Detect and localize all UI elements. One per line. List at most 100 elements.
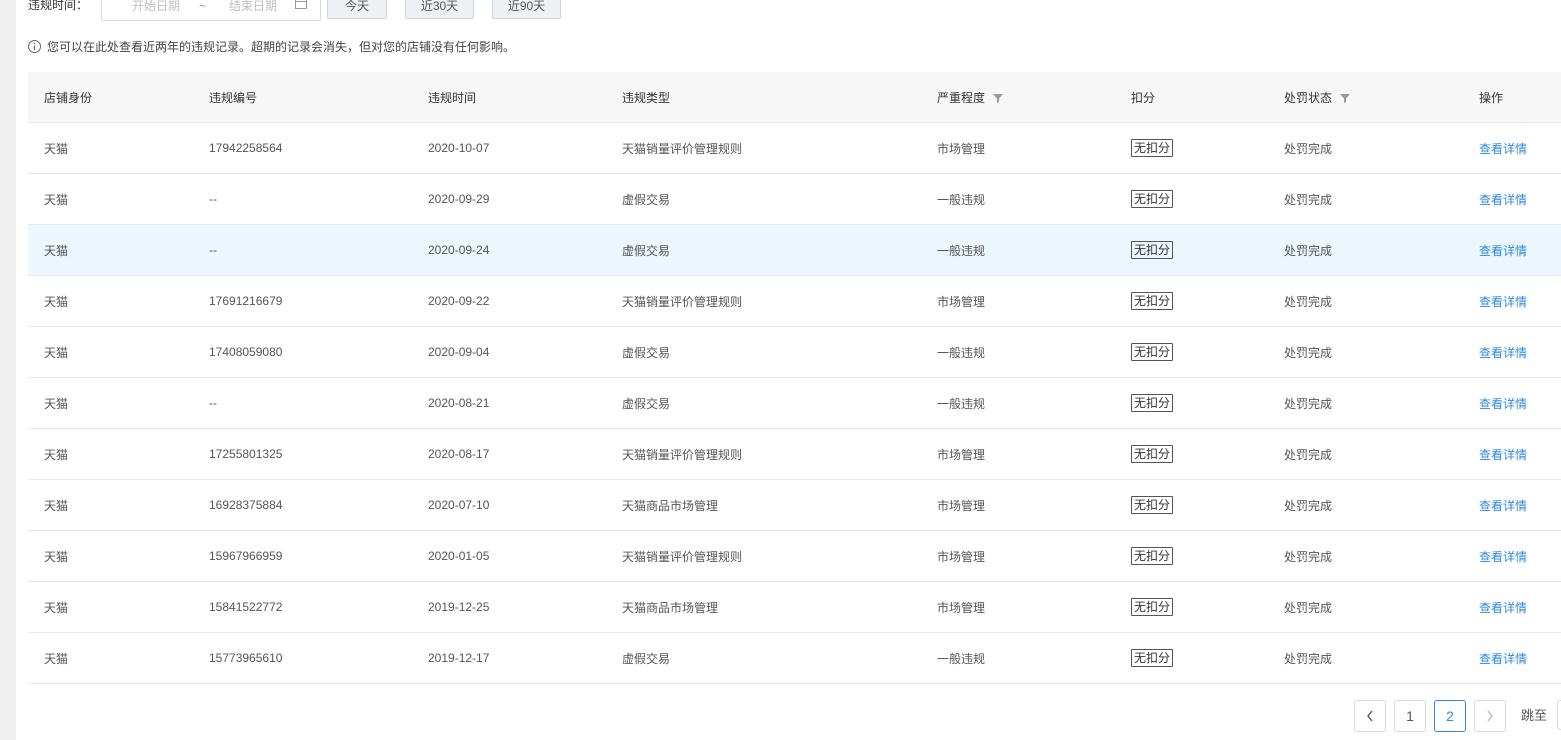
cell-penalty-status: 处罚完成 bbox=[1268, 632, 1463, 684]
view-details-link[interactable]: 查看详情 bbox=[1479, 244, 1527, 258]
table-row: 天猫 17691216679 2020-09-22 天猫销量评价管理规则 市场管理 无扣分… bbox=[28, 275, 1561, 327]
col-header-violation-type: 违规类型 bbox=[606, 72, 921, 123]
cell-violation-type: 天猫商品市场管理 bbox=[606, 581, 921, 633]
col-header-actions: 操作 bbox=[1463, 72, 1561, 123]
chevron-left-icon bbox=[1367, 710, 1373, 722]
cell-deduction: 无扣分 bbox=[1115, 428, 1268, 480]
deduction-badge: 无扣分 bbox=[1131, 598, 1174, 616]
today-button[interactable]: 今天 bbox=[327, 0, 387, 19]
cell-violation-id: -- bbox=[193, 377, 412, 429]
cell-deduction: 无扣分 bbox=[1115, 530, 1268, 582]
date-separator: ~ bbox=[199, 0, 207, 13]
deduction-badge: 无扣分 bbox=[1131, 445, 1174, 463]
cell-violation-time: 2020-09-04 bbox=[412, 326, 606, 378]
jump-page-input[interactable] bbox=[1557, 700, 1561, 730]
col-header-penalty-status: 处罚状态 bbox=[1268, 72, 1463, 123]
cell-penalty-status: 处罚完成 bbox=[1268, 377, 1463, 429]
cell-violation-type: 虚假交易 bbox=[606, 173, 921, 225]
cell-actions: 查看详情 bbox=[1463, 224, 1561, 276]
cell-actions: 查看详情 bbox=[1463, 479, 1561, 531]
date-start-input[interactable]: 开始日期 bbox=[132, 0, 180, 13]
cell-severity: 市场管理 bbox=[921, 530, 1115, 582]
cell-deduction: 无扣分 bbox=[1115, 173, 1268, 225]
view-details-link[interactable]: 查看详情 bbox=[1479, 550, 1527, 564]
calendar-icon[interactable] bbox=[295, 0, 307, 9]
cell-violation-type: 虚假交易 bbox=[606, 326, 921, 378]
cell-shop-identity: 天猫 bbox=[28, 275, 193, 327]
last-90-days-button[interactable]: 近90天 bbox=[492, 0, 561, 19]
col-header-severity: 严重程度 bbox=[921, 72, 1115, 123]
cell-deduction: 无扣分 bbox=[1115, 122, 1268, 174]
col-header-penalty-status-label: 处罚状态 bbox=[1284, 90, 1333, 105]
cell-violation-id: 15841522772 bbox=[193, 581, 412, 633]
page-2-button[interactable]: 2 bbox=[1434, 700, 1466, 732]
cell-severity: 一般违规 bbox=[921, 224, 1115, 276]
filter-row: 违规时间： 开始日期 ~ 结束日期 今天 近30天 近90天 bbox=[28, 0, 1558, 21]
cell-violation-id: -- bbox=[193, 224, 412, 276]
cell-severity: 一般违规 bbox=[921, 377, 1115, 429]
cell-actions: 查看详情 bbox=[1463, 173, 1561, 225]
cell-violation-time: 2020-08-21 bbox=[412, 377, 606, 429]
cell-violation-id: 15967966959 bbox=[193, 530, 412, 582]
view-details-link[interactable]: 查看详情 bbox=[1479, 346, 1527, 360]
table-header-row: 店铺身份 违规编号 违规时间 违规类型 严重程度 扣分 处罚状态 操作 bbox=[28, 72, 1561, 123]
view-details-link[interactable]: 查看详情 bbox=[1479, 142, 1527, 156]
cell-severity: 市场管理 bbox=[921, 428, 1115, 480]
cell-shop-identity: 天猫 bbox=[28, 224, 193, 276]
filter-icon[interactable] bbox=[1340, 93, 1351, 103]
view-details-link[interactable]: 查看详情 bbox=[1479, 295, 1527, 309]
last-30-days-button[interactable]: 近30天 bbox=[405, 0, 474, 19]
cell-actions: 查看详情 bbox=[1463, 530, 1561, 582]
table-row: 天猫 -- 2020-09-29 虚假交易 一般违规 无扣分 处罚完成 查看详情 bbox=[28, 173, 1561, 225]
cell-penalty-status: 处罚完成 bbox=[1268, 479, 1463, 531]
col-header-severity-label: 严重程度 bbox=[937, 90, 986, 105]
view-details-link[interactable]: 查看详情 bbox=[1479, 397, 1527, 411]
cell-deduction: 无扣分 bbox=[1115, 275, 1268, 327]
cell-shop-identity: 天猫 bbox=[28, 326, 193, 378]
view-details-link[interactable]: 查看详情 bbox=[1479, 499, 1527, 513]
cell-actions: 查看详情 bbox=[1463, 275, 1561, 327]
table-row: 天猫 17408059080 2020-09-04 虚假交易 一般违规 无扣分 处罚完成 查看… bbox=[28, 326, 1561, 378]
view-details-link[interactable]: 查看详情 bbox=[1479, 193, 1527, 207]
cell-violation-id: 15773965610 bbox=[193, 632, 412, 684]
filter-icon[interactable] bbox=[993, 93, 1004, 103]
deduction-badge: 无扣分 bbox=[1131, 139, 1174, 157]
date-end-input[interactable]: 结束日期 bbox=[229, 0, 277, 13]
cell-violation-id: -- bbox=[193, 173, 412, 225]
jump-to-label: 跳至 bbox=[1521, 708, 1548, 723]
cell-actions: 查看详情 bbox=[1463, 581, 1561, 633]
cell-severity: 市场管理 bbox=[921, 122, 1115, 174]
cell-deduction: 无扣分 bbox=[1115, 377, 1268, 429]
view-details-link[interactable]: 查看详情 bbox=[1479, 448, 1527, 462]
cell-actions: 查看详情 bbox=[1463, 326, 1561, 378]
cell-violation-type: 天猫销量评价管理规则 bbox=[606, 530, 921, 582]
date-range-picker[interactable]: 开始日期 ~ 结束日期 bbox=[101, 0, 321, 21]
deduction-badge: 无扣分 bbox=[1131, 190, 1174, 208]
cell-penalty-status: 处罚完成 bbox=[1268, 428, 1463, 480]
deduction-badge: 无扣分 bbox=[1131, 496, 1174, 514]
violation-table: 店铺身份 违规编号 违规时间 违规类型 严重程度 扣分 处罚状态 操作 天猫 17… bbox=[28, 72, 1561, 684]
cell-severity: 市场管理 bbox=[921, 275, 1115, 327]
cell-violation-time: 2020-09-29 bbox=[412, 173, 606, 225]
cell-actions: 查看详情 bbox=[1463, 632, 1561, 684]
pagination: 1 2 跳至 bbox=[16, 700, 1561, 732]
cell-penalty-status: 处罚完成 bbox=[1268, 275, 1463, 327]
cell-deduction: 无扣分 bbox=[1115, 581, 1268, 633]
cell-shop-identity: 天猫 bbox=[28, 173, 193, 225]
cell-shop-identity: 天猫 bbox=[28, 122, 193, 174]
cell-penalty-status: 处罚完成 bbox=[1268, 581, 1463, 633]
page-1-button[interactable]: 1 bbox=[1394, 700, 1426, 732]
col-header-violation-time: 违规时间 bbox=[412, 72, 606, 123]
cell-actions: 查看详情 bbox=[1463, 428, 1561, 480]
prev-page-button[interactable] bbox=[1354, 700, 1386, 732]
view-details-link[interactable]: 查看详情 bbox=[1479, 601, 1527, 615]
view-details-link[interactable]: 查看详情 bbox=[1479, 652, 1527, 666]
cell-violation-id: 17408059080 bbox=[193, 326, 412, 378]
table-row: 天猫 -- 2020-08-21 虚假交易 一般违规 无扣分 处罚完成 查看详情 bbox=[28, 377, 1561, 429]
table-row: 天猫 15841522772 2019-12-25 天猫商品市场管理 市场管理 无扣分 处罚… bbox=[28, 581, 1561, 633]
next-page-button[interactable] bbox=[1474, 700, 1506, 732]
cell-violation-id: 17255801325 bbox=[193, 428, 412, 480]
cell-deduction: 无扣分 bbox=[1115, 632, 1268, 684]
cell-severity: 一般违规 bbox=[921, 326, 1115, 378]
cell-violation-type: 天猫销量评价管理规则 bbox=[606, 428, 921, 480]
